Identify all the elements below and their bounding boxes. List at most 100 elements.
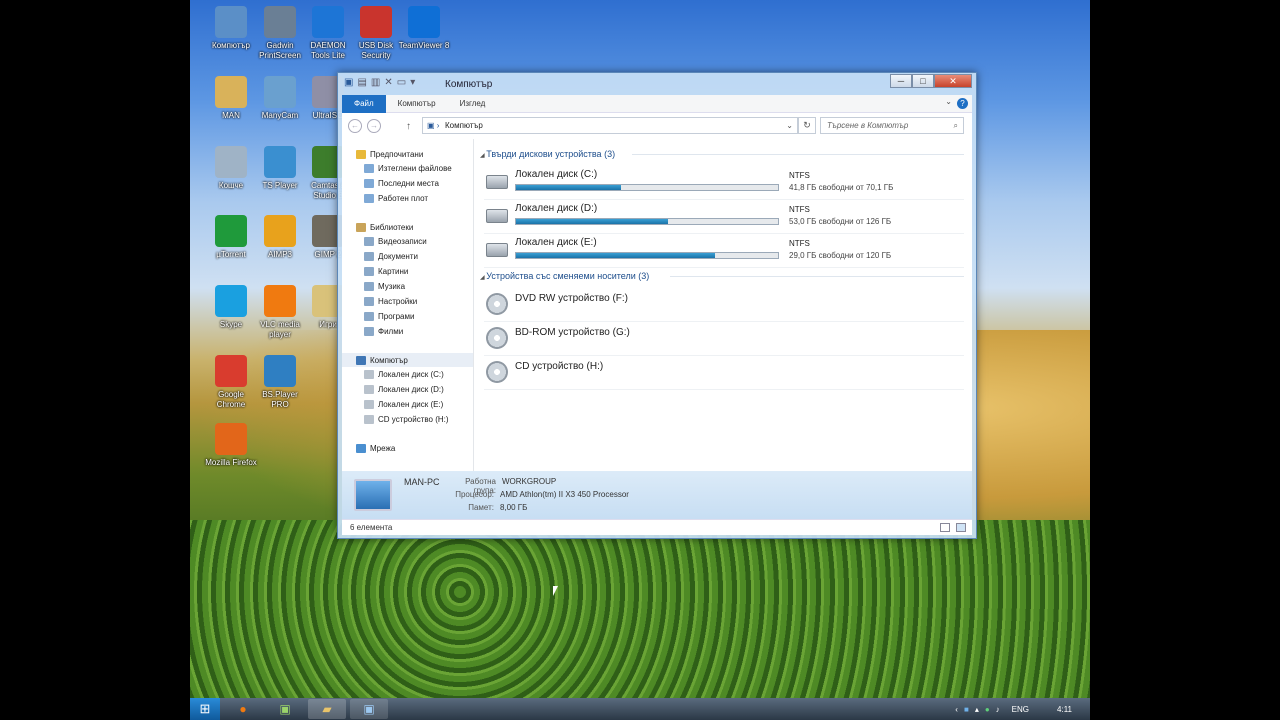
start-button[interactable]: ⊞ bbox=[190, 698, 220, 720]
tab-view[interactable]: Изглед bbox=[448, 95, 498, 113]
group-header-label: Твърди дискови устройства (3) bbox=[486, 149, 616, 159]
computer-icon bbox=[356, 355, 366, 365]
desktop-icon[interactable]: TS Player bbox=[253, 146, 307, 191]
search-input[interactable]: Търсене в Компютър ⌕ bbox=[820, 117, 964, 134]
qat-dropdown-icon[interactable]: ▾ bbox=[410, 77, 415, 88]
desktop-icon[interactable]: ManyCam bbox=[253, 76, 307, 121]
nav-group[interactable]: Компютър bbox=[342, 353, 473, 367]
new-folder-icon[interactable]: ▥ bbox=[371, 77, 380, 88]
nav-item[interactable]: Локален диск (E:) bbox=[342, 397, 473, 412]
details-view-button[interactable] bbox=[940, 523, 950, 532]
show-hidden-icons-icon[interactable]: ‹ bbox=[955, 705, 958, 714]
up-button[interactable]: ↑ bbox=[406, 121, 411, 132]
nav-item[interactable]: Документи bbox=[342, 249, 473, 264]
group-header[interactable]: ◢ Устройства със сменяеми носители (3) bbox=[480, 271, 649, 281]
minimize-button[interactable]: ─ bbox=[890, 74, 912, 88]
drive-icon bbox=[364, 370, 374, 379]
desktop-icon-label: MAN bbox=[222, 111, 240, 120]
clock[interactable]: 4:11 bbox=[1057, 705, 1072, 714]
folder-icon bbox=[364, 194, 374, 203]
desktop-icon[interactable]: Google Chrome bbox=[204, 355, 258, 410]
desktop-icon[interactable]: BS.Player PRO bbox=[253, 355, 307, 410]
tab-file[interactable]: Файл bbox=[342, 94, 386, 113]
drive-tile[interactable]: Локален диск (E:) NTFS 29,0 ГБ свободни от… bbox=[486, 237, 956, 269]
desktop-icon[interactable]: Gadwin PrintScreen bbox=[253, 6, 307, 61]
desktop-icon[interactable]: VLC media player bbox=[253, 285, 307, 340]
large-icons-view-button[interactable] bbox=[956, 523, 966, 532]
desktop-icon[interactable]: Компютър bbox=[204, 6, 258, 51]
nav-item[interactable]: Картини bbox=[342, 264, 473, 279]
drive-usage-fill bbox=[516, 219, 668, 224]
rename-icon[interactable]: ▭ bbox=[397, 77, 406, 88]
network-icon bbox=[356, 443, 366, 453]
nav-item[interactable]: Последни места bbox=[342, 176, 473, 191]
drive-tile[interactable]: Локален диск (D:) NTFS 53,0 ГБ свободни от… bbox=[486, 203, 956, 235]
desktop-icon[interactable]: Mozilla Firefox bbox=[204, 423, 258, 468]
taskbar-computer-icon[interactable]: ▣ bbox=[350, 699, 388, 719]
nav-item[interactable]: Филми bbox=[342, 324, 473, 339]
computer-icon bbox=[215, 6, 247, 38]
forward-button[interactable]: → bbox=[367, 119, 381, 133]
manycam-icon bbox=[264, 76, 296, 108]
desktop-icon[interactable]: MAN bbox=[204, 76, 258, 121]
back-button[interactable]: ← bbox=[348, 119, 362, 133]
drive-filesystem: NTFS bbox=[789, 239, 810, 248]
nav-group[interactable]: Мрежа bbox=[342, 441, 473, 455]
nav-item[interactable]: Настройки bbox=[342, 294, 473, 309]
desktop-icon[interactable]: AIMP3 bbox=[253, 215, 307, 260]
view-switcher bbox=[940, 523, 966, 532]
tray-network-icon[interactable]: ▴ bbox=[975, 705, 979, 714]
language-indicator[interactable]: ENG bbox=[1012, 705, 1029, 714]
desktop-icon[interactable]: Skype bbox=[204, 285, 258, 330]
drive-tile[interactable]: Локален диск (C:) NTFS 41,8 ГБ свободни от… bbox=[486, 169, 956, 201]
removable-drive-tile[interactable]: BD-ROM устройство (G:) bbox=[486, 325, 956, 355]
taskbar-camtasia-icon[interactable]: ▣ bbox=[266, 699, 304, 719]
aimp-icon bbox=[264, 215, 296, 247]
desktop-icon-label: Google Chrome bbox=[216, 390, 246, 409]
nav-group[interactable]: Библиотеки bbox=[342, 220, 473, 234]
drive-free-space: 29,0 ГБ свободни от 120 ГБ bbox=[789, 251, 892, 260]
nav-item[interactable]: Изтеглени файлове bbox=[342, 161, 473, 176]
tray-app-icon[interactable]: ■ bbox=[964, 705, 969, 714]
nav-item[interactable]: Локален диск (D:) bbox=[342, 382, 473, 397]
desktop-icon[interactable]: USB Disk Security bbox=[349, 6, 403, 61]
address-dropdown-icon[interactable]: ⌄ bbox=[786, 118, 793, 133]
address-box[interactable]: ▣ › Компютър ⌄ bbox=[422, 117, 798, 134]
title-bar[interactable]: ▣ ▤ ▥ ✕ ▭ ▾ Компютър ─ □ ✕ bbox=[338, 73, 976, 95]
removable-drive-tile[interactable]: CD устройство (H:) bbox=[486, 359, 956, 389]
properties-icon[interactable]: ▤ bbox=[357, 77, 366, 88]
desktop-icon[interactable]: Кошче bbox=[204, 146, 258, 191]
nav-item[interactable]: CD устройство (H:) bbox=[342, 412, 473, 427]
desktop-icon[interactable]: TeamViewer 8 bbox=[397, 6, 451, 51]
tray-utorrent-icon[interactable]: ● bbox=[985, 705, 990, 714]
nav-item[interactable]: Музика bbox=[342, 279, 473, 294]
group-header[interactable]: ◢ Твърди дискови устройства (3) bbox=[480, 149, 615, 159]
close-button[interactable]: ✕ bbox=[934, 74, 972, 88]
refresh-button[interactable]: ↻ bbox=[798, 117, 816, 134]
nav-group[interactable]: Предпочитани bbox=[342, 147, 473, 161]
taskbar: ⊞ ● ▣ ▰ ▣ ‹ ■ ▴ ● ♪ ENG 4:11 bbox=[190, 698, 1090, 720]
maximize-button[interactable]: □ bbox=[912, 74, 934, 88]
desktop-icon[interactable]: µTorrent bbox=[204, 215, 258, 260]
taskbar-explorer-icon[interactable]: ▰ bbox=[308, 699, 346, 719]
printscreen-icon bbox=[264, 6, 296, 38]
nav-item[interactable]: Локален диск (C:) bbox=[342, 367, 473, 382]
removable-drive-tile[interactable]: DVD RW устройство (F:) bbox=[486, 291, 956, 321]
help-icon[interactable]: ? bbox=[957, 98, 968, 109]
tile-separator bbox=[484, 199, 964, 200]
expand-ribbon-icon[interactable]: ⌄ bbox=[945, 97, 952, 106]
tab-computer[interactable]: Компютър bbox=[386, 95, 448, 113]
content-pane: ◢ Твърди дискови устройства (3) Локален д… bbox=[474, 139, 972, 471]
drive-free-space: 53,0 ГБ свободни от 126 ГБ bbox=[789, 217, 892, 226]
nav-item[interactable]: Програми bbox=[342, 309, 473, 324]
nav-item[interactable]: Видеозаписи bbox=[342, 234, 473, 249]
volume-icon[interactable]: ♪ bbox=[996, 705, 1000, 714]
taskbar-firefox-icon[interactable]: ● bbox=[224, 699, 262, 719]
breadcrumb[interactable]: Компютър bbox=[445, 121, 483, 130]
nav-item-label: Настройки bbox=[378, 297, 418, 306]
delete-icon[interactable]: ✕ bbox=[384, 77, 392, 88]
desktop-icon[interactable]: DAEMON Tools Lite bbox=[301, 6, 355, 61]
computer-small-icon[interactable]: ▣ bbox=[344, 77, 353, 88]
nav-item[interactable]: Работен плот bbox=[342, 191, 473, 206]
drive-name: Локален диск (D:) bbox=[515, 203, 598, 214]
